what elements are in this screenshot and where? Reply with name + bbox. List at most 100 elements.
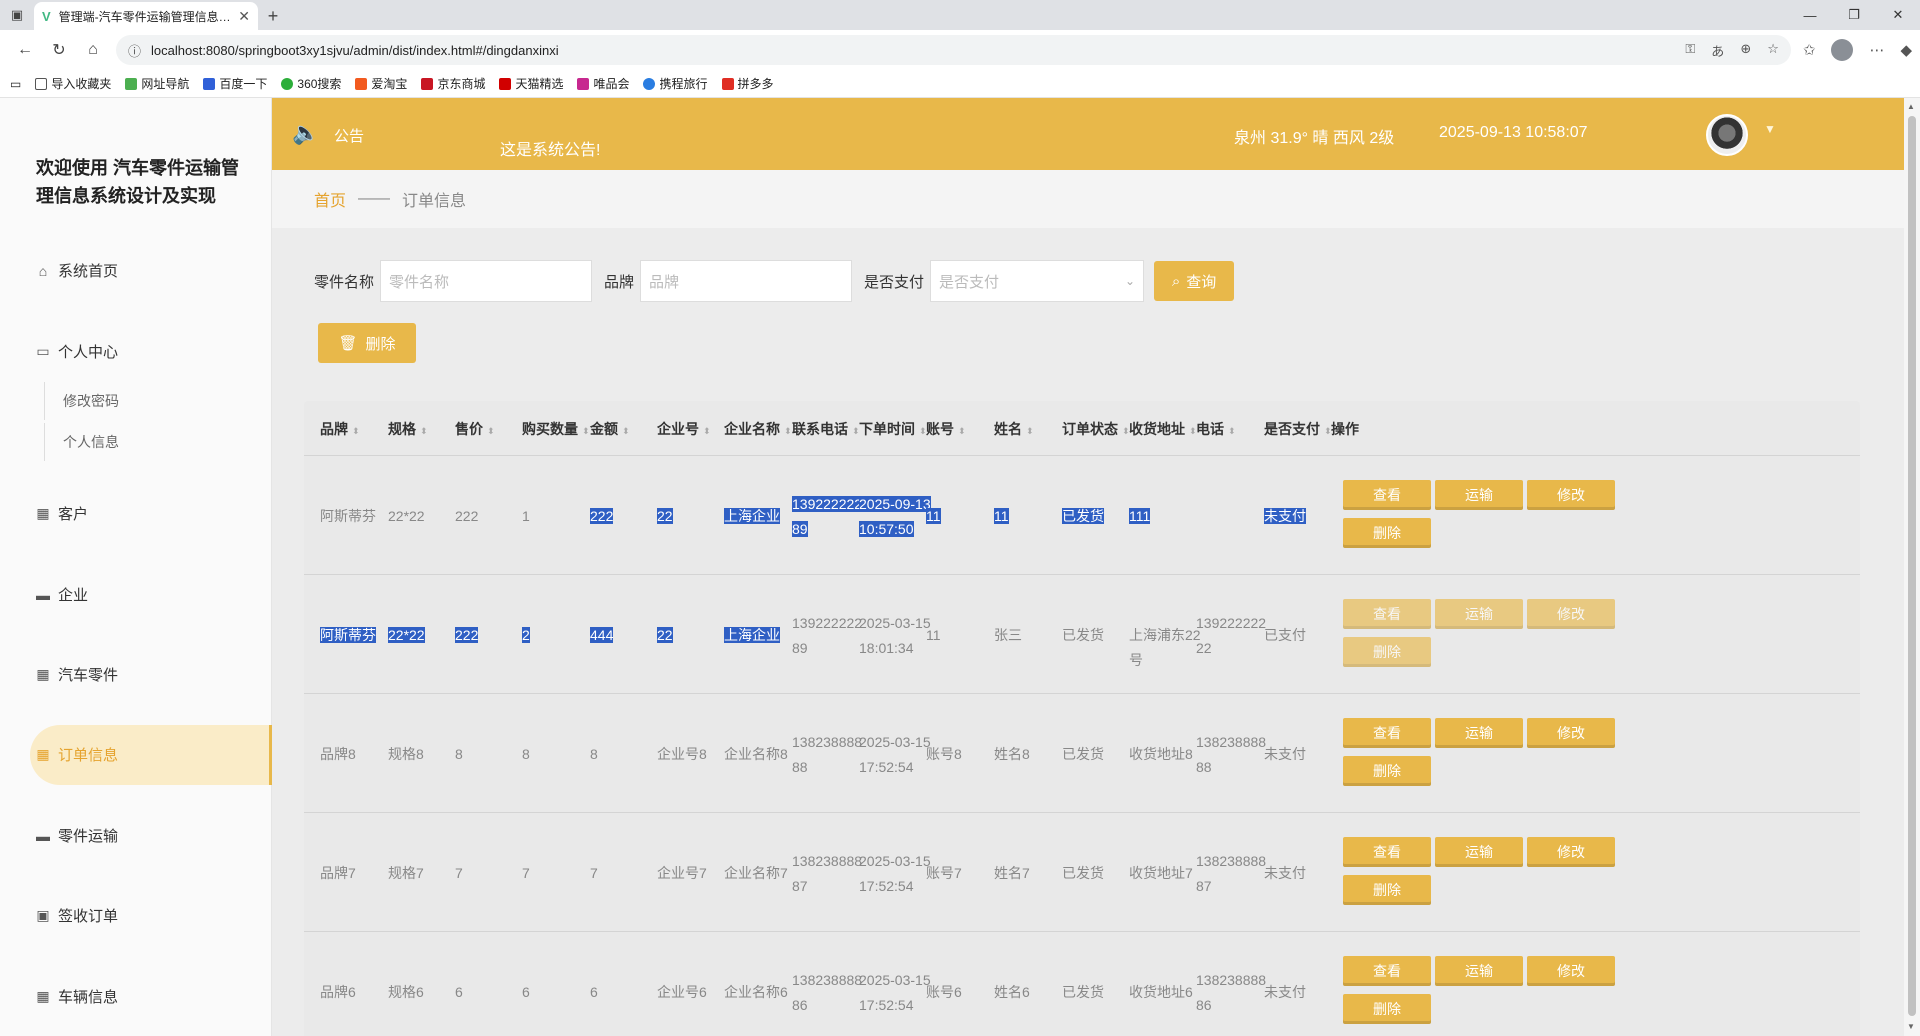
url-field[interactable]: ⓘ localhost:8080/springboot3xy1sjvu/admi… bbox=[116, 35, 1791, 65]
home-icon[interactable]: ⌂ bbox=[76, 41, 110, 59]
edit-button[interactable]: 修改 bbox=[1527, 837, 1615, 867]
query-button[interactable]: ⌕ 查询 bbox=[1154, 261, 1235, 301]
bookmark-baidu[interactable]: 百度一下 bbox=[203, 75, 267, 92]
bookmark-ctrip[interactable]: 携程旅行 bbox=[643, 75, 708, 92]
bookmark-taobao[interactable]: 爱淘宝 bbox=[355, 75, 407, 92]
favorites-icon[interactable]: ✩ bbox=[1803, 41, 1816, 59]
sidebar-sub-profile[interactable]: 个人信息 bbox=[44, 423, 119, 461]
minimize-icon[interactable]: — bbox=[1788, 0, 1832, 30]
close-window-icon[interactable]: ✕ bbox=[1876, 0, 1920, 30]
sort-icon[interactable]: ⬍ bbox=[1026, 426, 1034, 436]
bookmark-360[interactable]: 360搜索 bbox=[281, 75, 341, 92]
bookmark-import[interactable]: 导入收藏夹 bbox=[35, 75, 111, 92]
page-scrollbar[interactable]: ▲ ▼ bbox=[1904, 98, 1920, 1036]
transport-button[interactable]: 运输 bbox=[1435, 599, 1523, 629]
key-icon[interactable]: ⚿ bbox=[1685, 41, 1695, 60]
sidebar-item-vehicles[interactable]: ▦ 车辆信息 bbox=[34, 986, 118, 1007]
scroll-down-icon[interactable]: ▼ bbox=[1907, 1022, 1915, 1031]
column-header[interactable]: 企业名称 ⬍ bbox=[724, 419, 792, 439]
edit-button[interactable]: 修改 bbox=[1527, 480, 1615, 510]
view-button[interactable]: 查看 bbox=[1343, 480, 1431, 510]
edit-button[interactable]: 修改 bbox=[1527, 718, 1615, 748]
sidebar-item-enterprise[interactable]: ▬ 企业 bbox=[34, 584, 88, 605]
sidebar-item-personal[interactable]: ▭ 个人中心 bbox=[34, 341, 118, 362]
paid-select[interactable]: 是否支付 ⌄ bbox=[930, 260, 1145, 302]
sort-icon[interactable]: ⬍ bbox=[1228, 426, 1236, 436]
user-avatar[interactable] bbox=[1706, 114, 1748, 156]
sort-icon[interactable]: ⬍ bbox=[703, 426, 711, 436]
copilot-icon[interactable]: ◆ bbox=[1900, 41, 1912, 59]
more-icon[interactable]: ⋯ bbox=[1869, 41, 1884, 59]
brand-input[interactable]: 品牌 bbox=[640, 260, 853, 302]
bookmark-jd[interactable]: 京东商城 bbox=[421, 75, 485, 92]
column-header[interactable]: 收货地址 ⬍ bbox=[1129, 419, 1197, 439]
star-icon[interactable]: ☆ bbox=[1767, 41, 1779, 60]
transport-button[interactable]: 运输 bbox=[1435, 480, 1523, 510]
tab-actions-icon[interactable]: ▣ bbox=[0, 0, 34, 30]
view-button[interactable]: 查看 bbox=[1343, 837, 1431, 867]
transport-button[interactable]: 运输 bbox=[1435, 956, 1523, 986]
sort-icon[interactable]: ⬍ bbox=[958, 426, 966, 436]
transport-button[interactable]: 运输 bbox=[1435, 837, 1523, 867]
column-header[interactable]: 售价 ⬍ bbox=[455, 419, 495, 439]
column-header[interactable]: 企业号 ⬍ bbox=[657, 419, 711, 439]
edit-button[interactable]: 修改 bbox=[1527, 956, 1615, 986]
bookmark-vip[interactable]: 唯品会 bbox=[577, 75, 629, 92]
view-button[interactable]: 查看 bbox=[1343, 599, 1431, 629]
column-header[interactable]: 下单时间 ⬍ bbox=[859, 419, 927, 439]
bookmark-nav[interactable]: 网址导航 bbox=[125, 75, 189, 92]
column-header[interactable]: 姓名 ⬍ bbox=[994, 419, 1034, 439]
column-header[interactable]: 金额 ⬍ bbox=[590, 419, 630, 439]
view-button[interactable]: 查看 bbox=[1343, 956, 1431, 986]
delete-button[interactable]: 删除 bbox=[1343, 637, 1431, 667]
new-tab-icon[interactable]: + bbox=[258, 2, 288, 30]
scroll-up-icon[interactable]: ▲ bbox=[1907, 102, 1915, 111]
brand-title: 欢迎使用 汽车零件运输管理信息系统设计及实现 bbox=[36, 158, 239, 206]
sort-icon[interactable]: ⬍ bbox=[420, 426, 428, 436]
column-header[interactable]: 联系电话 ⬍ bbox=[792, 419, 860, 439]
sidebar-item-transport[interactable]: ▬ 零件运输 bbox=[34, 825, 118, 846]
sort-icon[interactable]: ⬍ bbox=[352, 426, 360, 436]
transport-button[interactable]: 运输 bbox=[1435, 718, 1523, 748]
profile-icon[interactable] bbox=[1831, 39, 1854, 61]
zoom-icon[interactable]: ⊕ bbox=[1740, 41, 1751, 60]
sidebar-item-customer[interactable]: ▦ 客户 bbox=[34, 503, 88, 524]
site-info-icon[interactable]: ⓘ bbox=[128, 41, 141, 60]
bookmark-tmall[interactable]: 天猫精选 bbox=[499, 75, 563, 92]
delete-button[interactable]: 删除 bbox=[1343, 994, 1431, 1024]
restore-icon[interactable]: ❐ bbox=[1832, 0, 1876, 30]
sort-icon[interactable]: ⬍ bbox=[622, 426, 630, 436]
column-header[interactable]: 是否支付 ⬍ bbox=[1264, 419, 1332, 439]
chevron-down-icon[interactable]: ▼ bbox=[1764, 122, 1776, 136]
translate-icon[interactable]: あ bbox=[1711, 41, 1724, 60]
column-header[interactable]: 订单状态 ⬍ bbox=[1062, 419, 1130, 439]
part-name-input[interactable]: 零件名称 bbox=[380, 260, 593, 302]
sidebar-item-signed[interactable]: ▣ 签收订单 bbox=[34, 905, 118, 926]
sidebar-item-orders[interactable]: ▦ 订单信息 bbox=[34, 744, 118, 765]
bulk-delete-button[interactable]: 🗑 删除 bbox=[318, 323, 416, 363]
delete-button[interactable]: 删除 bbox=[1343, 875, 1431, 905]
sidebar-item-home[interactable]: ⌂ 系统首页 bbox=[34, 260, 118, 281]
sidebar-sub-password[interactable]: 修改密码 bbox=[44, 382, 119, 420]
refresh-icon[interactable]: ↻ bbox=[42, 40, 76, 60]
delete-button[interactable]: 删除 bbox=[1343, 756, 1431, 786]
bookmark-pdd[interactable]: 拼多多 bbox=[721, 75, 774, 92]
column-header[interactable]: 购买数量 ⬍ bbox=[522, 419, 590, 439]
sort-icon[interactable]: ⬍ bbox=[582, 426, 590, 436]
sort-icon[interactable]: ⬍ bbox=[784, 426, 792, 436]
column-header[interactable]: 账号 ⬍ bbox=[926, 419, 966, 439]
sort-icon[interactable]: ⬍ bbox=[487, 426, 495, 436]
back-icon[interactable]: ← bbox=[8, 41, 42, 59]
sidebar-item-parts[interactable]: ▦ 汽车零件 bbox=[34, 664, 118, 685]
view-button[interactable]: 查看 bbox=[1343, 718, 1431, 748]
close-tab-icon[interactable]: ✕ bbox=[238, 8, 250, 25]
breadcrumb-home[interactable]: 首页 bbox=[314, 187, 346, 211]
column-header[interactable]: 品牌 ⬍ bbox=[320, 419, 360, 439]
delete-button[interactable]: 删除 bbox=[1343, 518, 1431, 548]
column-header[interactable]: 规格 ⬍ bbox=[388, 419, 428, 439]
bookmark-reader-icon[interactable]: ▭ bbox=[10, 77, 21, 91]
edit-button[interactable]: 修改 bbox=[1527, 599, 1615, 629]
browser-tab[interactable]: V 管理端-汽车零件运输管理信息系统 ✕ bbox=[34, 2, 258, 30]
column-header[interactable]: 电话 ⬍ bbox=[1196, 419, 1236, 439]
scroll-thumb[interactable] bbox=[1908, 116, 1916, 1016]
